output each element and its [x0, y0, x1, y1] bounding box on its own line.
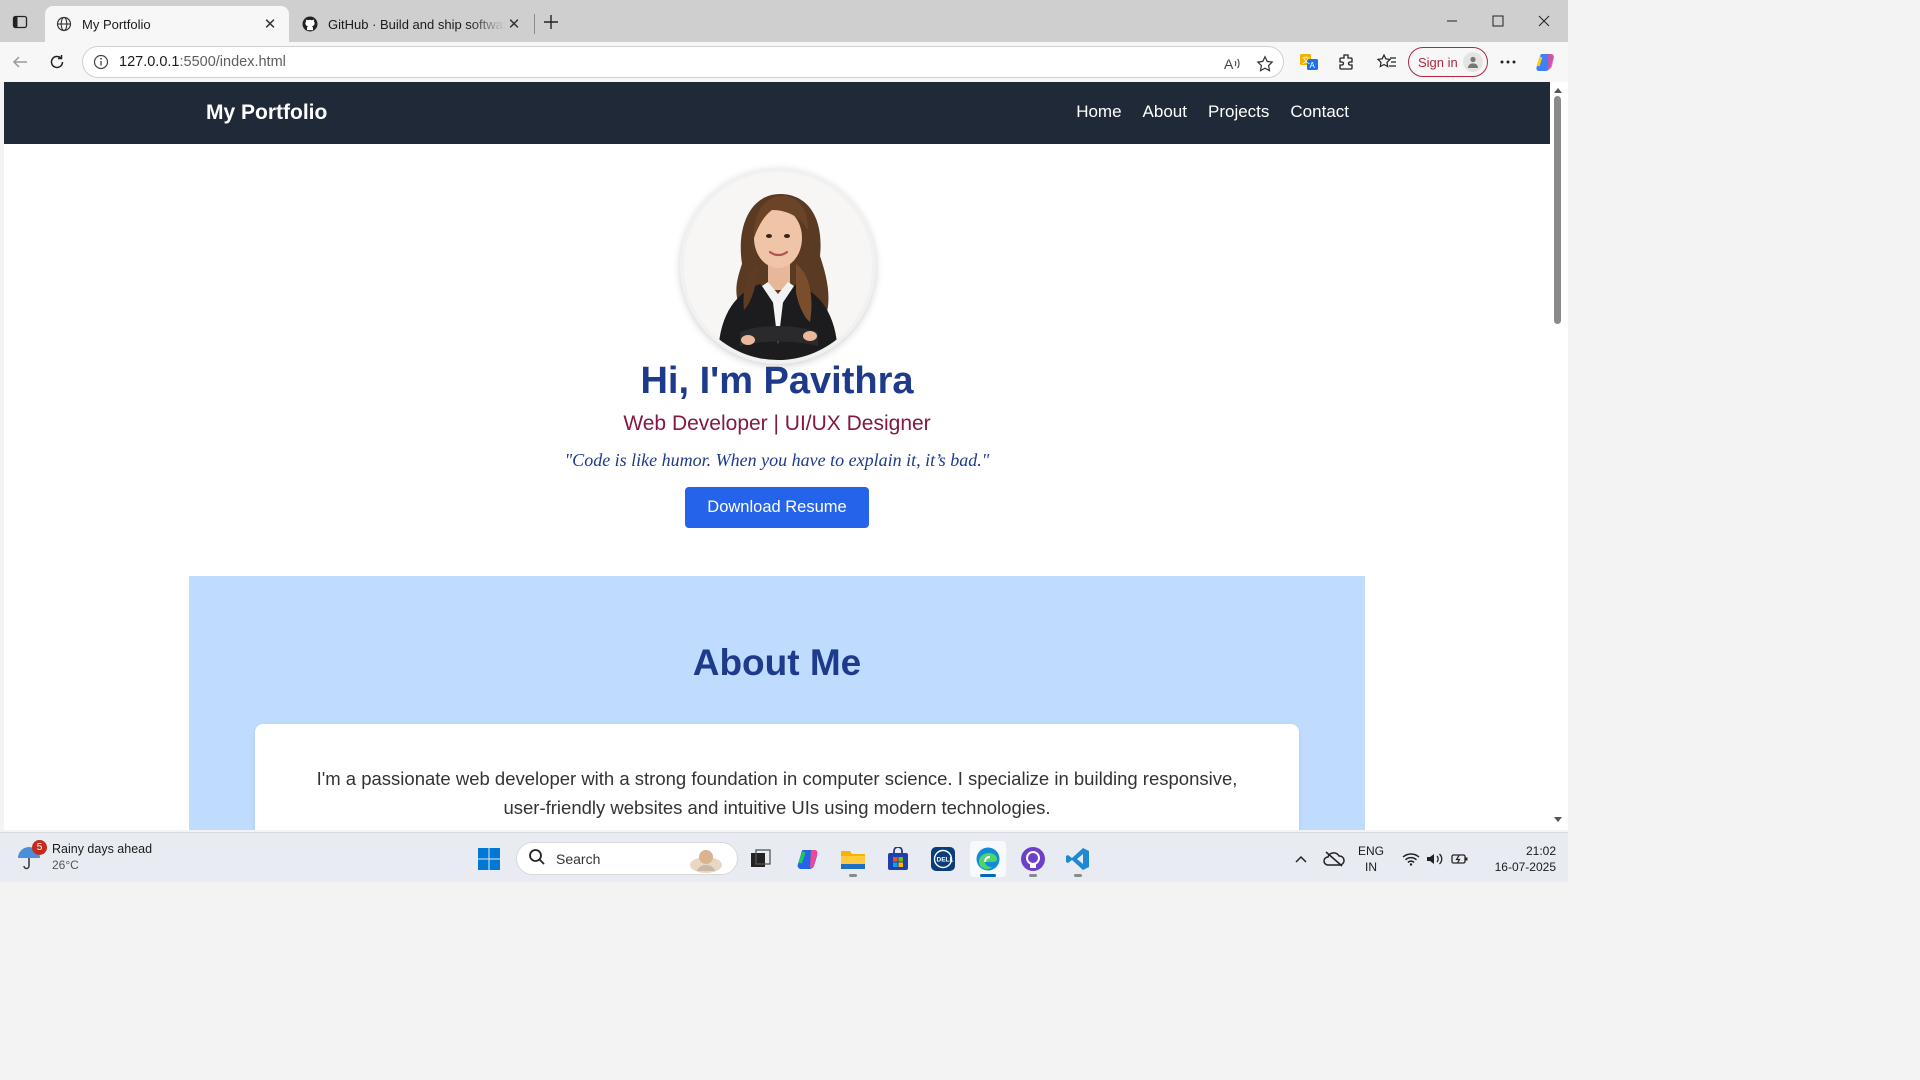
- tab-title: My Portfolio: [82, 16, 151, 32]
- globe-icon: [55, 15, 73, 33]
- about-section: About Me I'm a passionate web developer …: [189, 576, 1365, 830]
- address-bar[interactable]: 127.0.0.1:5500/index.html A: [82, 46, 1284, 78]
- sign-in-label: Sign in: [1418, 54, 1458, 70]
- close-window-icon[interactable]: [1521, 4, 1567, 38]
- url-path: :5500/index.html: [179, 54, 286, 70]
- page-scrollbar[interactable]: [1550, 82, 1568, 830]
- search-highlight-icon: [687, 845, 725, 877]
- svg-text:A: A: [1224, 56, 1234, 72]
- profile-photo: [680, 168, 876, 364]
- hero-heading: Hi, I'm Pavithra: [640, 360, 914, 402]
- nav-links: Home About Projects Contact: [1076, 102, 1349, 122]
- more-options-icon[interactable]: [1496, 50, 1520, 74]
- favorite-star-icon[interactable]: [1255, 54, 1275, 74]
- github-desktop-icon[interactable]: [1015, 841, 1051, 877]
- sign-in-button[interactable]: Sign in: [1408, 47, 1488, 77]
- refresh-icon[interactable]: [45, 50, 69, 74]
- system-clock[interactable]: 21:02 16-07-2025: [1480, 843, 1556, 875]
- weather-widget[interactable]: 5 Rainy days ahead 26°C: [14, 840, 152, 873]
- browser-toolbar: 127.0.0.1:5500/index.html A 文A Sign in: [0, 42, 1568, 82]
- file-explorer-icon[interactable]: [835, 841, 871, 877]
- download-resume-button[interactable]: Download Resume: [685, 487, 869, 528]
- hero-quote: "Code is like humor. When you have to ex…: [564, 450, 990, 470]
- extensions-icon[interactable]: [1334, 50, 1358, 74]
- copilot-icon[interactable]: [1534, 50, 1558, 74]
- language-region: IN: [1365, 860, 1377, 874]
- about-card: I'm a passionate web developer with a st…: [255, 724, 1299, 830]
- scroll-down-icon[interactable]: [1553, 815, 1563, 825]
- svg-text:A: A: [1310, 61, 1316, 70]
- nav-projects-link[interactable]: Projects: [1208, 102, 1269, 122]
- close-tab-icon[interactable]: ✕: [505, 15, 523, 33]
- running-indicator: [1074, 874, 1082, 877]
- tab-my-portfolio[interactable]: My Portfolio ✕: [45, 6, 289, 42]
- weather-temperature: 26°C: [52, 858, 79, 872]
- taskbar: 5 Rainy days ahead 26°C Search DELL ENG …: [0, 832, 1568, 882]
- language-indicator[interactable]: ENG IN: [1358, 843, 1384, 875]
- weather-badge: 5: [32, 840, 47, 855]
- weather-title: Rainy days ahead: [52, 842, 153, 856]
- site-info-icon[interactable]: [93, 54, 109, 70]
- scrollbar-thumb[interactable]: [1554, 96, 1561, 324]
- favorites-icon[interactable]: [1375, 50, 1399, 74]
- read-aloud-icon[interactable]: A: [1223, 54, 1243, 74]
- svg-text:DELL: DELL: [937, 857, 954, 864]
- dell-icon[interactable]: DELL: [925, 841, 961, 877]
- vscode-icon[interactable]: [1060, 841, 1096, 877]
- weather-text: Rainy days ahead 26°C: [52, 841, 152, 873]
- tab-github[interactable]: GitHub · Build and ship software on a si…: [291, 6, 533, 42]
- new-tab-icon[interactable]: [540, 11, 562, 33]
- scroll-up-icon[interactable]: [1553, 85, 1563, 95]
- profile-icon: [1463, 52, 1483, 72]
- minimize-icon[interactable]: [1429, 4, 1475, 38]
- site-brand[interactable]: My Portfolio: [206, 101, 327, 125]
- search-label: Search: [556, 850, 601, 867]
- running-indicator: [849, 874, 857, 877]
- about-heading: About Me: [692, 642, 862, 683]
- start-button[interactable]: [471, 841, 507, 877]
- hero-subtitle: Web Developer | UI/UX Designer: [623, 412, 931, 435]
- search-icon: [528, 848, 546, 870]
- translate-icon[interactable]: 文A: [1297, 50, 1321, 74]
- copilot-app-icon[interactable]: [791, 841, 827, 877]
- site-navbar: My Portfolio Home About Projects Contact: [4, 82, 1550, 144]
- tab-title: GitHub · Build and ship software on a si…: [328, 16, 505, 32]
- tab-actions-icon[interactable]: [8, 10, 32, 34]
- page-viewport: My Portfolio Home About Projects Contact: [4, 82, 1550, 830]
- close-tab-icon[interactable]: ✕: [261, 15, 279, 33]
- back-icon[interactable]: [8, 50, 32, 74]
- chevron-up-icon[interactable]: [1283, 841, 1319, 877]
- clock-time: 21:02: [1525, 844, 1556, 858]
- taskbar-search[interactable]: Search: [516, 842, 738, 875]
- language-code: ENG: [1358, 844, 1385, 858]
- active-indicator: [980, 874, 996, 877]
- rain-umbrella-icon: 5: [14, 840, 47, 872]
- edge-browser-icon[interactable]: [970, 841, 1006, 877]
- microsoft-store-icon[interactable]: [880, 841, 916, 877]
- tab-strip: My Portfolio ✕ GitHub · Build and ship s…: [0, 0, 1568, 42]
- maximize-icon[interactable]: [1475, 4, 1521, 38]
- task-view-icon[interactable]: [743, 841, 779, 877]
- running-indicator: [1029, 874, 1037, 877]
- nav-home-link[interactable]: Home: [1076, 102, 1121, 122]
- github-icon: [301, 15, 319, 33]
- onedrive-offline-icon[interactable]: [1316, 841, 1352, 877]
- clock-date: 16-07-2025: [1494, 860, 1556, 874]
- url-text: 127.0.0.1:5500/index.html: [119, 54, 286, 70]
- nav-about-link[interactable]: About: [1143, 102, 1187, 122]
- battery-icon[interactable]: [1442, 841, 1478, 877]
- tab-separator: [534, 14, 535, 34]
- url-host: 127.0.0.1: [119, 54, 180, 70]
- nav-contact-link[interactable]: Contact: [1290, 102, 1349, 122]
- about-text: I'm a passionate web developer with a st…: [316, 768, 1238, 818]
